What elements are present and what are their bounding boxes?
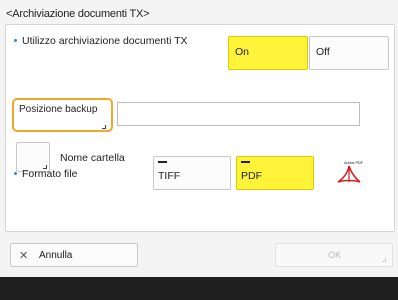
usage-label: Utilizzo archiviazione documenti TX: [22, 35, 188, 47]
corner-indicator-icon: [102, 125, 106, 129]
tiff-button-label: TIFF: [158, 170, 181, 182]
backup-location-button[interactable]: Posizione backup: [12, 98, 113, 132]
corner-indicator-icon: [382, 258, 386, 262]
screen: <Archiviazione documenti TX> Utilizzo ar…: [0, 0, 398, 300]
file-format-row-label: Formato file: [14, 168, 77, 180]
folder-name-label: Nome cartella: [60, 152, 125, 164]
on-button[interactable]: On: [228, 36, 308, 70]
ok-button[interactable]: OK: [275, 243, 393, 267]
off-button-label: Off: [316, 46, 330, 58]
file-format-label: Formato file: [22, 168, 78, 180]
bullet-icon: [14, 171, 17, 175]
pdf-button-label: PDF: [241, 170, 262, 182]
bullet-icon: [14, 38, 17, 42]
on-button-label: On: [235, 46, 250, 58]
off-button[interactable]: Off: [309, 36, 389, 70]
ok-button-label: OK: [328, 250, 342, 260]
close-icon: ✕: [19, 250, 29, 262]
backup-location-label: Posizione backup: [19, 104, 98, 115]
cancel-button[interactable]: ✕ Annulla: [10, 243, 138, 267]
page-title: <Archiviazione documenti TX>: [6, 8, 150, 20]
pdf-button[interactable]: PDF: [236, 156, 314, 190]
pdf-logo-text: Adobe PDF: [344, 160, 363, 165]
usage-row-label: Utilizzo archiviazione documenti TX: [14, 35, 188, 47]
tiff-top-bar: [158, 161, 167, 163]
tiff-button[interactable]: TIFF: [153, 156, 231, 190]
cancel-button-label: Annulla: [39, 250, 73, 261]
backup-location-field[interactable]: [117, 102, 360, 126]
status-bar: [0, 277, 398, 300]
pdf-top-bar: [241, 161, 250, 163]
